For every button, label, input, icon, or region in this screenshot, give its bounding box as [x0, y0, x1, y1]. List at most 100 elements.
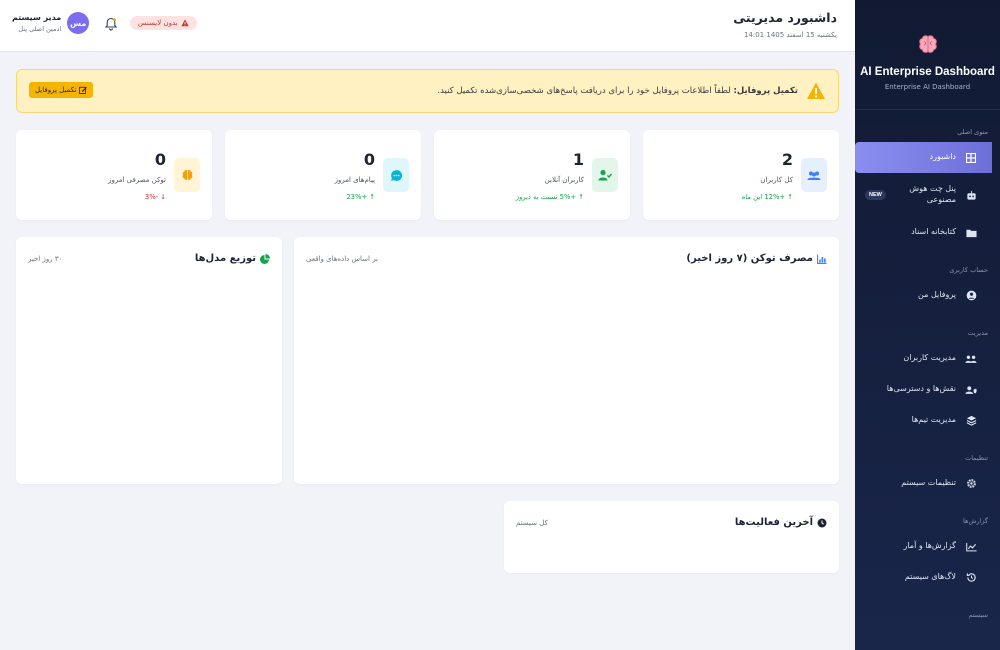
stat-label: کل کاربران	[760, 176, 793, 184]
folder-icon	[964, 226, 978, 240]
user-circle-icon	[964, 289, 978, 303]
stat-trend-text: +23%	[346, 193, 368, 201]
arrow-up-icon: ↑	[578, 193, 584, 201]
history-icon	[964, 571, 978, 585]
stat-value: 0	[154, 150, 166, 169]
stat-trend-text: +5% نسبت به دیروز	[515, 193, 577, 201]
sidebar-item-label: داشبورد	[929, 152, 956, 162]
stat-card-messages-today: 0 پیام‌های امروز ↑ +23%	[225, 130, 421, 220]
token-usage-panel: مصرف توکن (۷ روز اخیر) بر اساس داده‌های …	[294, 237, 839, 484]
page-title: داشبورد مدیریتی	[733, 10, 837, 25]
sidebar-item-label: لاگ‌های سیستم	[904, 572, 956, 582]
user-info: مدیر سیستم ادمین اصلی پنل	[12, 13, 61, 33]
license-badge[interactable]: بدون لایسنس	[130, 16, 197, 30]
pie-chart-icon	[260, 253, 270, 264]
profile-alert-banner: تکمیل پروفایل: لطفاً اطلاعات پروفایل خود…	[16, 69, 839, 113]
section-account: حساب کاربری	[949, 266, 988, 274]
sidebar-item-dashboard[interactable]: داشبورد	[855, 142, 992, 173]
sidebar-item-label: کتابخانه اسناد	[911, 227, 956, 237]
sidebar-item-label: پروفایل من	[918, 290, 956, 300]
divider	[855, 109, 1000, 110]
brain-icon	[182, 169, 192, 180]
sidebar-item-system-settings[interactable]: تنظیمات سیستم	[855, 468, 992, 499]
sidebar-item-reports[interactable]: گزارش‌ها و آمار	[855, 531, 992, 562]
brand-title: AI Enterprise Dashboard	[860, 66, 995, 78]
banner-title: تکمیل پروفایل:	[733, 86, 798, 96]
user-check-icon	[598, 169, 612, 181]
panel-subtitle: بر اساس داده‌های واقعی	[306, 255, 379, 263]
grid-icon	[964, 151, 978, 165]
new-badge: NEW	[865, 190, 886, 200]
arrow-up-icon: ↑	[787, 193, 793, 201]
sidebar-item-roles[interactable]: نقش‌ها و دسترسی‌ها	[855, 374, 992, 405]
stat-trend-text: -3%	[144, 193, 159, 201]
section-management: مدیریت	[967, 329, 988, 337]
panel-title-text: مصرف توکن (۷ روز اخیر)	[686, 253, 813, 264]
robot-icon	[964, 188, 978, 202]
panel-title-text: آخرین فعالیت‌ها	[734, 517, 813, 528]
sidebar-item-logs[interactable]: لاگ‌های سیستم	[855, 562, 992, 593]
banner-text: تکمیل پروفایل: لطفاً اطلاعات پروفایل خود…	[437, 86, 798, 96]
user-role: ادمین اصلی پنل	[18, 25, 62, 33]
section-settings: تنظیمات	[965, 454, 988, 462]
clock-icon	[817, 518, 827, 527]
complete-profile-button[interactable]: تکمیل پروفایل	[29, 82, 94, 98]
stat-label: پیام‌های امروز	[334, 176, 375, 184]
stat-trend: ↑ +23%	[346, 193, 375, 201]
user-name: مدیر سیستم	[12, 13, 62, 22]
stat-icon-box	[592, 158, 618, 192]
user-shield-icon	[964, 383, 978, 397]
stat-icon-box	[174, 158, 200, 192]
stat-value: 0	[363, 150, 375, 169]
sidebar-item-profile[interactable]: پروفایل من	[855, 280, 992, 311]
sidebar: AI Enterprise Dashboard Enterprise AI Da…	[855, 0, 1000, 650]
stat-value: 1	[572, 150, 584, 169]
stat-icon-box	[801, 158, 827, 192]
panel-title: مصرف توکن (۷ روز اخیر)	[686, 253, 827, 264]
banner-message: لطفاً اطلاعات پروفایل خود را برای دریافت…	[437, 86, 731, 96]
page-date: یکشنبه 15 اسفند 1405 14:01	[743, 31, 837, 39]
bell-icon[interactable]	[104, 17, 118, 31]
users-icon	[807, 171, 821, 180]
panel-title: آخرین فعالیت‌ها	[735, 517, 827, 528]
stat-label: کاربران آنلاین	[544, 176, 584, 184]
sidebar-item-label: تنظیمات سیستم	[901, 478, 956, 488]
section-system: سیستم	[968, 611, 989, 619]
stat-trend: ↓ -3%	[145, 193, 166, 201]
sidebar-item-ai-chat[interactable]: پنل چت هوش مصنوعی NEW	[855, 173, 992, 217]
license-label: بدون لایسنس	[138, 19, 178, 27]
sidebar-item-teams[interactable]: مدیریت تیم‌ها	[855, 405, 992, 436]
panel-title: توزیع مدل‌ها	[195, 253, 270, 264]
stat-trend: ↑ +12% این ماه	[742, 193, 793, 201]
section-reports: گزارش‌ها	[963, 517, 988, 525]
edit-icon	[79, 86, 88, 94]
warning-icon	[180, 19, 189, 27]
users-icon	[964, 352, 978, 366]
panel-subtitle: ۳۰ روز اخیر	[28, 255, 63, 263]
arrow-up-icon: ↑	[369, 193, 375, 201]
section-main: منوی اصلی	[957, 128, 988, 136]
panel-title-text: توزیع مدل‌ها	[194, 253, 256, 264]
stat-card-total-users: 2 کل کاربران ↑ +12% این ماه	[643, 130, 839, 220]
stat-card-online-users: 1 کاربران آنلاین ↑ +5% نسبت به دیروز	[434, 130, 630, 220]
arrow-down-icon: ↓	[160, 193, 166, 201]
stat-trend: ↑ +5% نسبت به دیروز	[516, 193, 584, 201]
stat-label: توکن مصرفی امروز	[108, 176, 166, 184]
chat-bubble-icon	[390, 169, 402, 181]
complete-profile-label: تکمیل پروفایل	[35, 86, 77, 94]
sidebar-item-label: گزارش‌ها و آمار	[903, 541, 957, 551]
brain-logo-icon	[918, 35, 937, 53]
warning-triangle-icon	[807, 82, 825, 99]
bar-chart-icon	[817, 254, 827, 264]
sidebar-item-label: نقش‌ها و دسترسی‌ها	[886, 384, 956, 394]
stat-card-tokens-today: 0 توکن مصرفی امروز ↓ -3%	[16, 130, 212, 220]
sidebar-item-label: مدیریت کاربران	[903, 353, 956, 363]
sidebar-item-docs[interactable]: کتابخانه اسناد	[855, 217, 992, 248]
user-menu[interactable]: مس مدیر سیستم ادمین اصلی پنل	[12, 12, 90, 34]
recent-activity-panel: آخرین فعالیت‌ها کل سیستم	[504, 501, 839, 573]
sidebar-item-users[interactable]: مدیریت کاربران	[855, 343, 992, 374]
brand-subtitle: Enterprise AI Dashboard	[884, 83, 971, 91]
stat-icon-box	[383, 158, 409, 192]
avatar: مس	[67, 12, 90, 34]
brand: AI Enterprise Dashboard Enterprise AI Da…	[855, 0, 1000, 91]
